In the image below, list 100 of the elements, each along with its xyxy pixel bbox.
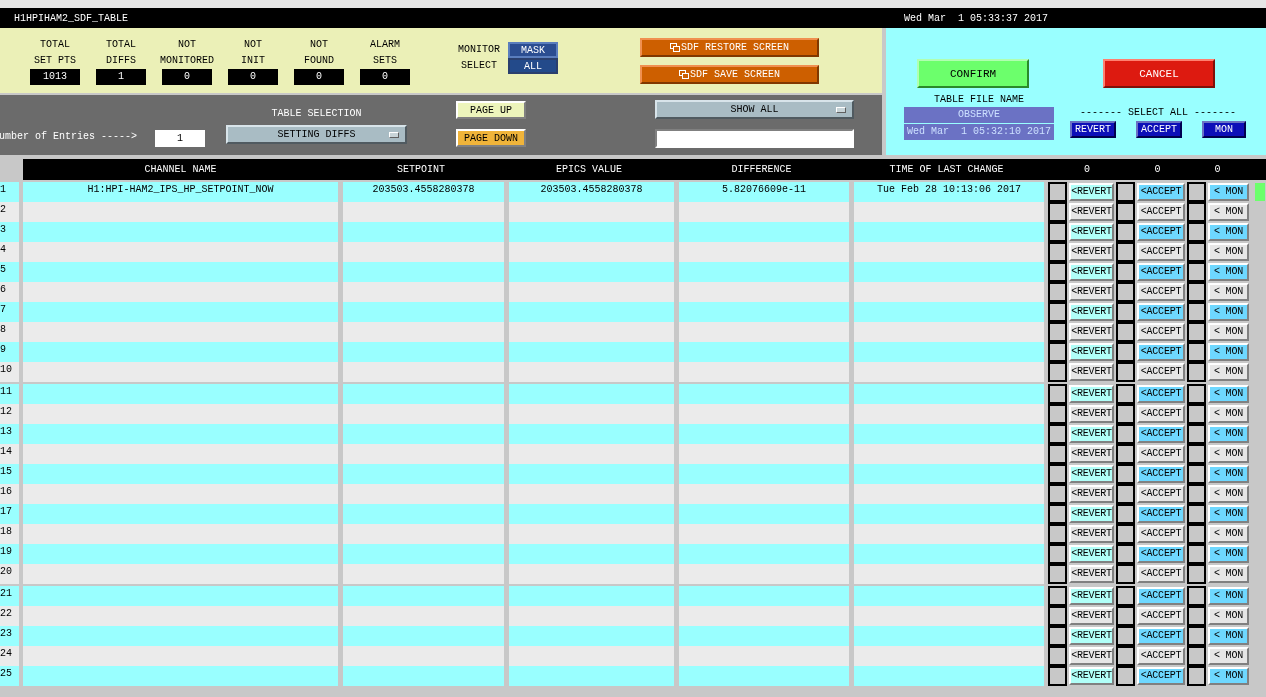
checkbox[interactable] — [1116, 564, 1135, 584]
row-action-button[interactable]: <REVERT — [1069, 545, 1114, 563]
checkbox[interactable] — [1048, 606, 1067, 626]
checkbox[interactable] — [1048, 504, 1067, 524]
checkbox[interactable] — [1187, 444, 1206, 464]
checkbox[interactable] — [1187, 484, 1206, 504]
row-action-button[interactable]: <REVERT — [1069, 323, 1114, 341]
checkbox[interactable] — [1048, 564, 1067, 584]
row-action-button[interactable]: < MON — [1208, 243, 1249, 261]
checkbox[interactable] — [1048, 262, 1067, 282]
checkbox[interactable] — [1187, 606, 1206, 626]
row-action-button[interactable]: <REVERT — [1069, 667, 1114, 685]
checkbox[interactable] — [1187, 322, 1206, 342]
checkbox[interactable] — [1187, 404, 1206, 424]
row-action-button[interactable]: <ACCEPT — [1137, 425, 1185, 443]
checkbox[interactable] — [1187, 222, 1206, 242]
row-action-button[interactable]: <REVERT — [1069, 203, 1114, 221]
checkbox[interactable] — [1116, 202, 1135, 222]
checkbox[interactable] — [1116, 262, 1135, 282]
checkbox[interactable] — [1187, 182, 1206, 202]
row-action-button[interactable]: <ACCEPT — [1137, 203, 1185, 221]
checkbox[interactable] — [1048, 202, 1067, 222]
row-action-button[interactable]: < MON — [1208, 607, 1249, 625]
checkbox[interactable] — [1048, 242, 1067, 262]
row-action-button[interactable]: <REVERT — [1069, 243, 1114, 261]
row-action-button[interactable]: <ACCEPT — [1137, 303, 1185, 321]
row-action-button[interactable]: <REVERT — [1069, 465, 1114, 483]
row-action-button[interactable]: <ACCEPT — [1137, 565, 1185, 583]
row-action-button[interactable]: <ACCEPT — [1137, 343, 1185, 361]
checkbox[interactable] — [1048, 342, 1067, 362]
row-action-button[interactable]: <REVERT — [1069, 565, 1114, 583]
checkbox[interactable] — [1048, 362, 1067, 382]
row-action-button[interactable]: <REVERT — [1069, 263, 1114, 281]
page-button[interactable]: PAGE UP — [456, 101, 526, 119]
checkbox[interactable] — [1048, 544, 1067, 564]
checkbox[interactable] — [1116, 322, 1135, 342]
checkbox[interactable] — [1048, 646, 1067, 666]
row-action-button[interactable]: < MON — [1208, 647, 1249, 665]
checkbox[interactable] — [1187, 202, 1206, 222]
row-action-button[interactable]: <ACCEPT — [1137, 283, 1185, 301]
confirm-button[interactable]: CONFIRM — [917, 59, 1029, 88]
checkbox[interactable] — [1116, 444, 1135, 464]
row-action-button[interactable]: <REVERT — [1069, 607, 1114, 625]
row-action-button[interactable]: < MON — [1208, 343, 1249, 361]
row-action-button[interactable]: <REVERT — [1069, 587, 1114, 605]
checkbox[interactable] — [1116, 464, 1135, 484]
row-action-button[interactable]: <REVERT — [1069, 425, 1114, 443]
checkbox[interactable] — [1187, 626, 1206, 646]
row-action-button[interactable]: <REVERT — [1069, 223, 1114, 241]
checkbox[interactable] — [1187, 282, 1206, 302]
table-selection-dropdown[interactable]: SETTING DIFFS — [226, 125, 407, 144]
row-action-button[interactable]: < MON — [1208, 223, 1249, 241]
row-action-button[interactable]: < MON — [1208, 627, 1249, 645]
row-action-button[interactable]: <ACCEPT — [1137, 667, 1185, 685]
row-action-button[interactable]: <ACCEPT — [1137, 363, 1185, 381]
screen-button[interactable]: SDF RESTORE SCREEN — [640, 38, 819, 57]
checkbox[interactable] — [1187, 666, 1206, 686]
row-action-button[interactable]: < MON — [1208, 323, 1249, 341]
checkbox[interactable] — [1116, 242, 1135, 262]
checkbox[interactable] — [1116, 586, 1135, 606]
row-action-button[interactable]: < MON — [1208, 485, 1249, 503]
checkbox[interactable] — [1187, 646, 1206, 666]
row-action-button[interactable]: <REVERT — [1069, 627, 1114, 645]
row-action-button[interactable]: <REVERT — [1069, 385, 1114, 403]
checkbox[interactable] — [1048, 484, 1067, 504]
row-action-button[interactable]: < MON — [1208, 505, 1249, 523]
checkbox[interactable] — [1048, 666, 1067, 686]
row-action-button[interactable]: <REVERT — [1069, 647, 1114, 665]
row-action-button[interactable]: <ACCEPT — [1137, 243, 1185, 261]
row-action-button[interactable]: < MON — [1208, 565, 1249, 583]
checkbox[interactable] — [1187, 302, 1206, 322]
checkbox[interactable] — [1116, 504, 1135, 524]
checkbox[interactable] — [1187, 524, 1206, 544]
checkbox[interactable] — [1048, 444, 1067, 464]
checkbox[interactable] — [1116, 182, 1135, 202]
select-all-button[interactable]: ACCEPT — [1136, 121, 1183, 138]
row-action-button[interactable]: < MON — [1208, 203, 1249, 221]
row-action-button[interactable]: <ACCEPT — [1137, 465, 1185, 483]
row-action-button[interactable]: < MON — [1208, 545, 1249, 563]
row-action-button[interactable]: <ACCEPT — [1137, 183, 1185, 201]
row-action-button[interactable]: < MON — [1208, 587, 1249, 605]
row-action-button[interactable]: <REVERT — [1069, 303, 1114, 321]
checkbox[interactable] — [1048, 524, 1067, 544]
row-action-button[interactable]: < MON — [1208, 425, 1249, 443]
checkbox[interactable] — [1116, 626, 1135, 646]
checkbox[interactable] — [1048, 384, 1067, 404]
row-action-button[interactable]: < MON — [1208, 405, 1249, 423]
checkbox[interactable] — [1187, 262, 1206, 282]
row-action-button[interactable]: <ACCEPT — [1137, 485, 1185, 503]
checkbox[interactable] — [1048, 222, 1067, 242]
checkbox[interactable] — [1116, 384, 1135, 404]
checkbox[interactable] — [1187, 424, 1206, 444]
row-action-button[interactable]: <REVERT — [1069, 445, 1114, 463]
row-action-button[interactable]: <REVERT — [1069, 405, 1114, 423]
row-action-button[interactable]: <REVERT — [1069, 183, 1114, 201]
checkbox[interactable] — [1116, 666, 1135, 686]
row-action-button[interactable]: <REVERT — [1069, 363, 1114, 381]
row-action-button[interactable]: <ACCEPT — [1137, 385, 1185, 403]
input-field[interactable] — [655, 129, 854, 148]
select-all-button[interactable]: MON — [1202, 121, 1247, 138]
